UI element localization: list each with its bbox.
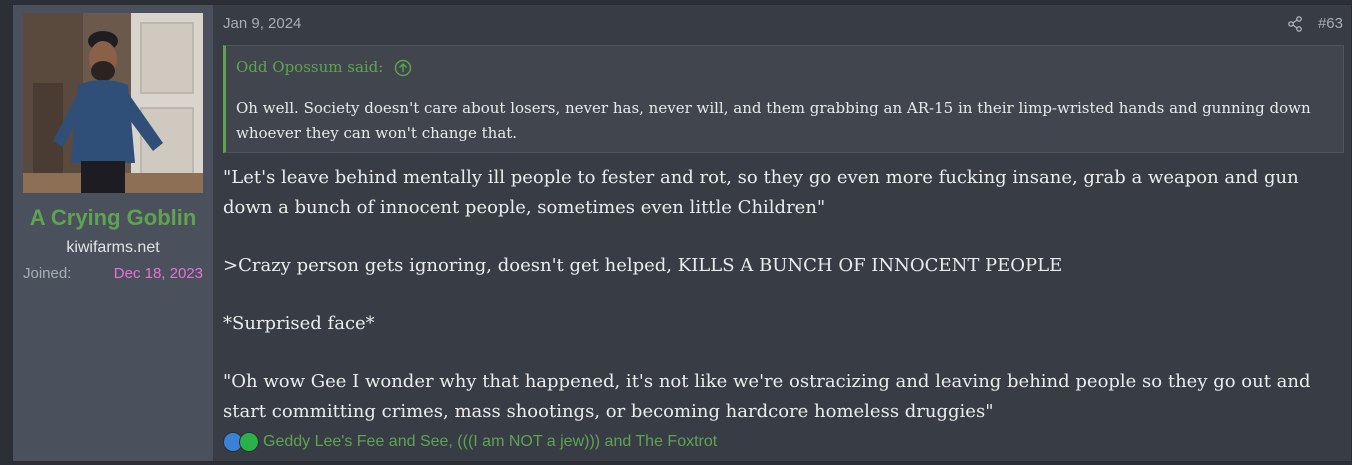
joined-row: Joined: Dec 18, 2023 [23, 265, 203, 282]
user-title: kiwifarms.net [66, 239, 160, 256]
quote-text: Oh well. Society doesn't care about lose… [236, 99, 1311, 142]
body-paragraph: "Let's leave behind mentally ill people … [223, 167, 1299, 218]
arrow-up-circle-icon[interactable] [394, 59, 412, 77]
reactions-bar: Geddy Lee's Fee and See, (((I am NOT a j… [223, 431, 717, 453]
body-paragraph: *Surprised face* [223, 313, 375, 334]
post-date[interactable]: Jan 9, 2024 [223, 15, 301, 32]
body-paragraph: "Oh wow Gee I wonder why that happened, … [223, 371, 1311, 422]
joined-label: Joined: [23, 265, 72, 282]
share-icon[interactable] [1287, 16, 1303, 32]
username[interactable]: A Crying Goblin [13, 205, 213, 231]
user-info-panel: A Crying Goblin kiwifarms.net Joined: De… [13, 5, 213, 461]
avatar[interactable] [23, 13, 203, 193]
check-icon [239, 432, 259, 452]
reaction-icons[interactable] [223, 432, 259, 452]
quote-attribution[interactable]: Odd Opossum said: [236, 58, 412, 77]
quote-attribution-text: Odd Opossum said: [236, 58, 384, 76]
body-paragraph: >Crazy person gets ignoring, doesn't get… [223, 255, 1063, 276]
post-content: Jan 9, 2024 #63 Odd Opossum said: Oh wel… [223, 5, 1351, 461]
forum-post: A Crying Goblin kiwifarms.net Joined: De… [12, 4, 1352, 462]
post-number-link[interactable]: #63 [1318, 15, 1343, 32]
reaction-users[interactable]: Geddy Lee's Fee and See, (((I am NOT a j… [263, 433, 717, 451]
post-body: "Let's leave behind mentally ill people … [223, 163, 1338, 455]
joined-date: Dec 18, 2023 [113, 265, 203, 282]
quote-block: Odd Opossum said: Oh well. Society doesn… [223, 45, 1344, 153]
